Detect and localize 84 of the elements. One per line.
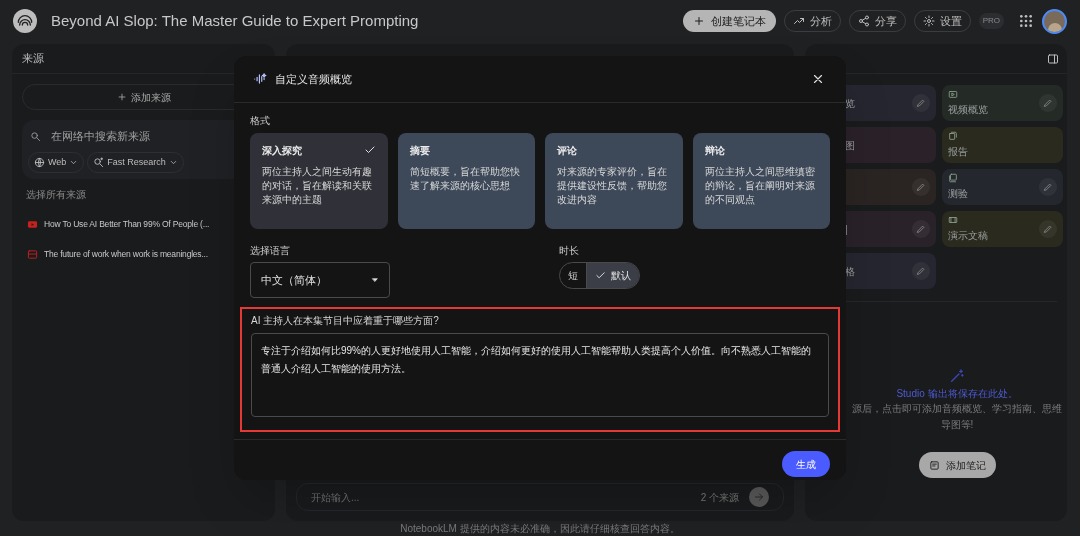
tile-label: 图 <box>845 138 856 153</box>
add-note-button[interactable]: 添加笔记 <box>918 452 996 478</box>
note-icon <box>928 459 940 471</box>
magic-wand-icon <box>949 368 965 384</box>
pencil-icon <box>1043 224 1053 234</box>
create-button[interactable]: 创建笔记本 <box>682 10 776 32</box>
field-label: 选择语言 <box>250 244 291 258</box>
studio-tile[interactable]: 测验 <box>942 169 1063 205</box>
edit-button[interactable] <box>912 178 930 196</box>
check-icon <box>595 270 606 281</box>
edit-button[interactable] <box>912 262 930 280</box>
video-play-icon <box>27 218 38 230</box>
slides-icon <box>948 215 958 225</box>
source-item[interactable]: How To Use AI Better Than 99% Of People (... <box>44 217 210 231</box>
tile-label: 格 <box>845 264 856 279</box>
empty-title: Studio 输出将保存在此处。 <box>896 387 1018 401</box>
chat-input-field[interactable]: 开始输入... <box>311 489 691 505</box>
tile-label: 演示文稿 <box>948 229 989 243</box>
chevron-down-icon <box>168 158 178 167</box>
source-count: 2 个来源 <box>700 490 739 505</box>
tile-label: 测验 <box>948 187 969 201</box>
pencil-icon <box>1043 98 1053 108</box>
search-field[interactable]: 在网络中搜索新来源 <box>51 127 251 145</box>
audio-wave-icon <box>253 72 267 86</box>
share-icon <box>857 15 870 27</box>
check-icon <box>363 144 376 156</box>
edit-button[interactable] <box>912 220 930 238</box>
prompt-field[interactable]: 专注于介绍如何比99%的人更好地使用人工智能，介绍如何更好的使用人工智能帮助人类提高个人价值。向不熟悉人工智能的普通人介绍人工智能的使用方法。 <box>251 333 829 417</box>
duration-option[interactable]: 默认 <box>586 263 639 288</box>
trend-icon <box>792 15 805 27</box>
globe-icon <box>34 157 45 168</box>
duration-option[interactable]: 短 <box>560 263 586 288</box>
studio-tile[interactable]: 视频概览 <box>942 85 1063 121</box>
pencil-icon <box>916 182 926 192</box>
format-option[interactable]: 评论 对来源的专家评价，旨在提供建设性反馈，帮助您改进内容 <box>545 133 683 229</box>
tile-label: 览 <box>845 96 856 111</box>
logo-icon <box>13 9 37 33</box>
pencil-icon <box>916 266 926 276</box>
panel-toggle-icon[interactable] <box>1047 52 1059 65</box>
pencil-icon <box>916 98 926 108</box>
plus-icon <box>692 15 705 27</box>
settings-icon <box>922 15 935 27</box>
report-icon <box>948 131 958 141</box>
section-label: 格式 <box>250 114 271 128</box>
disclaimer-text: NotebookLM 提供的内容未必准确，因此请仔细核查回答内容。 <box>399 522 681 536</box>
field-label: 时长 <box>559 244 580 258</box>
chat-input[interactable]: 开始输入... 2 个来源 <box>296 483 784 511</box>
plus-icon <box>116 92 127 102</box>
panel-title: 来源 <box>22 51 44 67</box>
notebook-title: Beyond AI Slop: The Master Guide to Expert Prompting <box>51 10 419 31</box>
dialog-title: 自定义音频概览 <box>275 71 352 87</box>
apps-grid-icon[interactable] <box>1018 13 1034 29</box>
format-option[interactable]: 辩论 两位主持人之间思维缜密的辩论，旨在阐明对来源的不同观点 <box>692 133 830 229</box>
format-option[interactable]: 深入探究 两位主持人之间生动有趣的对话，旨在解读和关联来源中的主题 <box>250 133 388 229</box>
search-sparkle-icon <box>93 157 105 168</box>
empty-description: 源后，点击即可添加音频概览、学习指南、思维导图等! <box>851 402 1063 432</box>
tile-label: 视频概览 <box>948 103 989 117</box>
pencil-icon <box>1043 182 1053 192</box>
edit-button[interactable] <box>1039 94 1057 112</box>
tile-label: 报告 <box>948 145 969 159</box>
studio-tile[interactable]: 报告 <box>942 127 1063 163</box>
studio-tile[interactable]: 演示文稿 <box>942 211 1063 247</box>
quiz-icon <box>948 173 958 183</box>
generate-button[interactable]: 生成 <box>782 451 830 477</box>
arrow-right-icon <box>753 491 765 503</box>
dropdown-caret-icon <box>371 276 379 284</box>
tile-label: | <box>845 222 849 237</box>
edit-button[interactable] <box>912 94 930 112</box>
source-item[interactable]: The future of work when work is meaningles... <box>44 247 208 261</box>
prompt-label: AI 主持人在本集节目中应着重于哪些方面? <box>251 314 440 328</box>
edit-button[interactable] <box>1039 220 1057 238</box>
close-icon <box>811 72 825 86</box>
pro-badge: PRO <box>978 13 1004 29</box>
pdf-file-icon <box>27 248 38 260</box>
edit-button[interactable] <box>1039 178 1057 196</box>
pencil-icon <box>916 224 926 234</box>
language-dropdown[interactable]: 中文（简体） <box>250 262 390 298</box>
format-option[interactable]: 摘要 简短概要，旨在帮助您快速了解来源的核心思想 <box>397 133 535 229</box>
search-icon <box>30 130 41 142</box>
video-icon <box>948 89 958 99</box>
select-all-label: 选择所有来源 <box>25 188 87 202</box>
chevron-down-icon <box>69 158 79 167</box>
send-button[interactable] <box>749 487 769 507</box>
avatar[interactable] <box>1042 8 1067 34</box>
